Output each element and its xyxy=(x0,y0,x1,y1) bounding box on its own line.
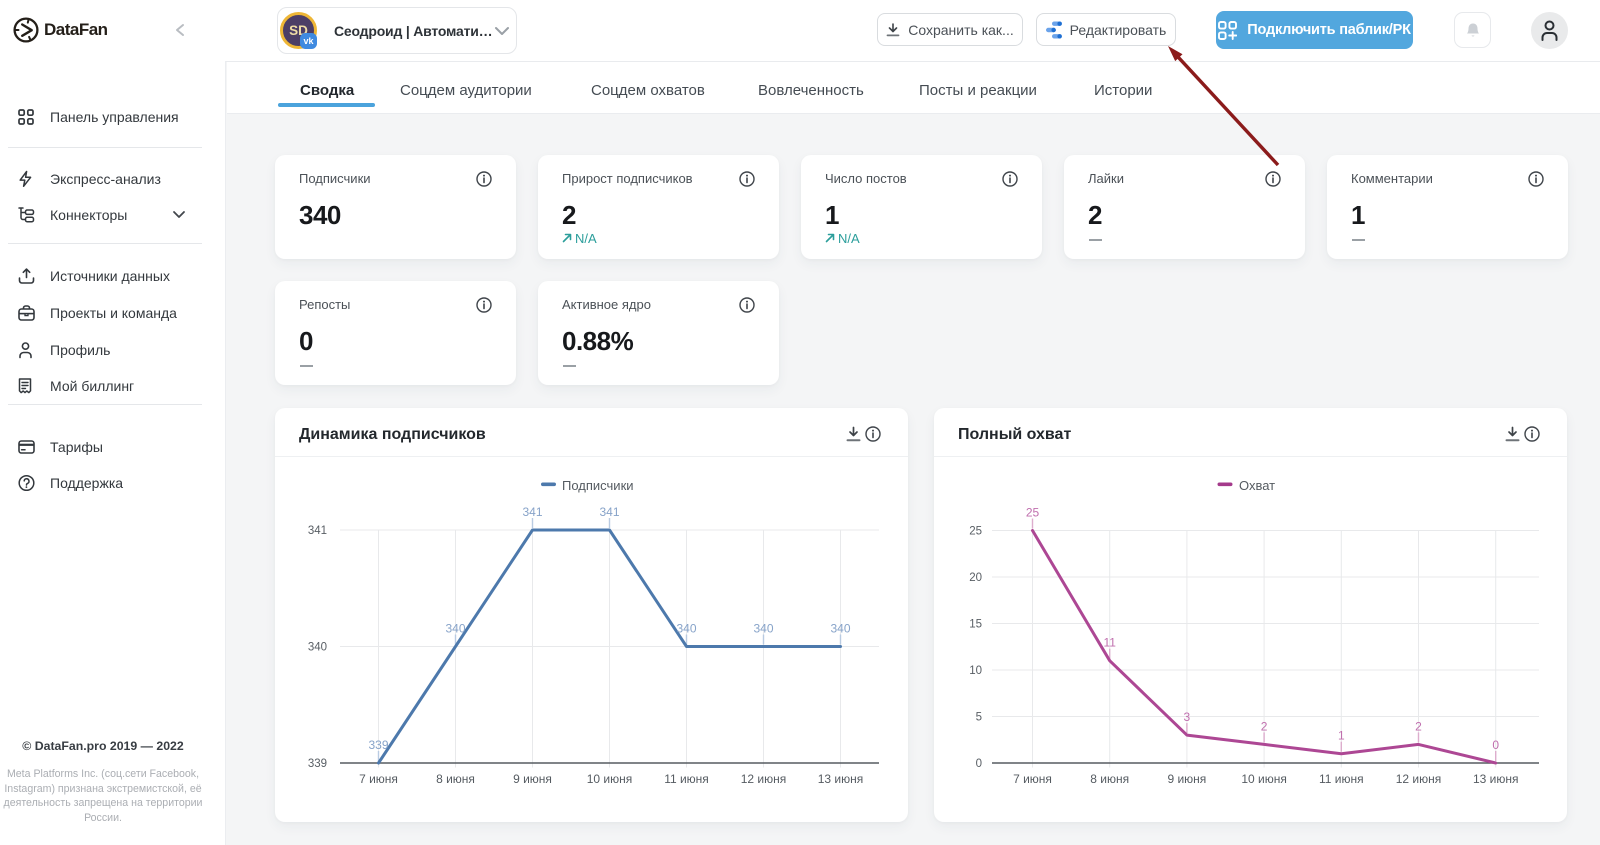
svg-text:8 июня: 8 июня xyxy=(1090,772,1129,786)
svg-text:0: 0 xyxy=(1492,738,1499,752)
svg-text:0: 0 xyxy=(976,758,982,770)
svg-text:9 июня: 9 июня xyxy=(1167,772,1206,786)
svg-text:10: 10 xyxy=(969,665,982,677)
svg-text:340: 340 xyxy=(308,642,327,654)
svg-text:12 июня: 12 июня xyxy=(1396,772,1442,786)
svg-text:341: 341 xyxy=(308,525,327,537)
svg-text:20: 20 xyxy=(969,572,982,584)
svg-text:341: 341 xyxy=(599,505,619,519)
svg-text:25: 25 xyxy=(1026,506,1040,520)
svg-text:339: 339 xyxy=(308,758,327,770)
svg-text:12 июня: 12 июня xyxy=(741,772,787,786)
svg-text:11 июня: 11 июня xyxy=(664,772,709,786)
svg-text:2: 2 xyxy=(1415,719,1422,733)
svg-text:8 июня: 8 июня xyxy=(436,772,475,786)
svg-text:340: 340 xyxy=(676,622,696,636)
svg-text:11: 11 xyxy=(1103,636,1116,650)
svg-text:Охват: Охват xyxy=(1239,478,1275,493)
svg-text:1: 1 xyxy=(1338,729,1345,743)
svg-text:7 июня: 7 июня xyxy=(359,772,398,786)
svg-text:13 июня: 13 июня xyxy=(1473,772,1519,786)
svg-text:11 июня: 11 июня xyxy=(1319,772,1364,786)
svg-text:25: 25 xyxy=(969,526,982,538)
svg-text:9 июня: 9 июня xyxy=(513,772,552,786)
svg-text:15: 15 xyxy=(969,619,982,631)
svg-text:339: 339 xyxy=(368,738,388,752)
svg-text:13 июня: 13 июня xyxy=(818,772,864,786)
svg-text:10 июня: 10 июня xyxy=(1241,772,1287,786)
svg-text:10 июня: 10 июня xyxy=(587,772,633,786)
svg-text:340: 340 xyxy=(445,622,465,636)
svg-text:340: 340 xyxy=(753,622,773,636)
svg-text:2: 2 xyxy=(1261,719,1268,733)
svg-text:3: 3 xyxy=(1184,710,1191,724)
svg-text:340: 340 xyxy=(830,622,850,636)
svg-text:Подписчики: Подписчики xyxy=(562,478,634,493)
svg-text:5: 5 xyxy=(976,712,982,724)
svg-text:341: 341 xyxy=(522,505,542,519)
svg-text:7 июня: 7 июня xyxy=(1013,772,1052,786)
